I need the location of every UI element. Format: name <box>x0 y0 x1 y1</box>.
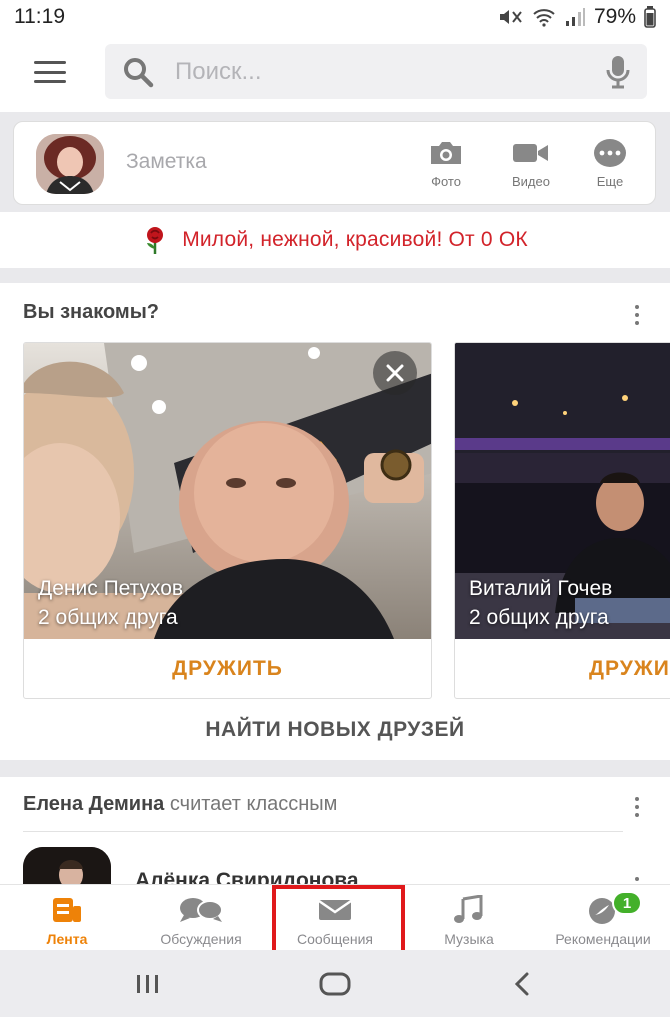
dismiss-button[interactable] <box>373 351 417 395</box>
bottom-tab-bar: Лента Обсуждения Сообщения Музыка Рекоме… <box>0 884 670 950</box>
avatar[interactable] <box>36 134 104 194</box>
feed-actor[interactable]: Елена Демина <box>23 793 164 815</box>
home-button[interactable] <box>305 968 365 1000</box>
tab-discussions[interactable]: Обсуждения <box>134 885 268 951</box>
tab-label: Музыка <box>444 931 494 947</box>
wifi-icon <box>533 9 555 27</box>
hamburger-icon-line <box>34 80 66 83</box>
status-bar: 11:19 79% <box>0 0 670 34</box>
tab-music[interactable]: Музыка <box>402 885 536 951</box>
tab-label: Обсуждения <box>160 931 242 947</box>
mutual-friends: 2 общих друга <box>469 606 609 629</box>
more-label: Еще <box>596 174 624 189</box>
camera-icon <box>431 142 461 164</box>
promo-text: Милой, нежной, красивой! От 0 ОК <box>182 228 528 251</box>
find-new-friends-button[interactable]: НАЙТИ НОВЫХ ДРУЗЕЙ <box>0 708 670 752</box>
person-name: Денис Петухов <box>38 577 184 600</box>
mutual-friends: 2 общих друга <box>38 606 178 629</box>
hamburger-icon-line <box>34 61 66 64</box>
menu-button[interactable] <box>28 56 72 88</box>
mute-icon <box>499 10 522 24</box>
friend-suggestion-card[interactable]: PIZZA Денис Петухов 2 общих друга ДРУЖИТ… <box>23 342 432 699</box>
feed-icon <box>53 898 81 922</box>
add-friend-button[interactable]: ДРУЖИТЬ <box>24 639 431 698</box>
add-friend-button[interactable]: ДРУЖИТЬ <box>455 639 670 698</box>
card-options-icon[interactable] <box>634 305 640 325</box>
video-camera-icon <box>513 144 548 162</box>
note-field[interactable]: Заметка <box>126 150 207 174</box>
signal-icon <box>565 8 585 26</box>
close-icon <box>386 364 404 382</box>
friend-suggestions-card: Вы знакомы? PIZZA <box>0 283 670 760</box>
microphone-icon[interactable] <box>605 54 631 90</box>
divider <box>23 831 623 832</box>
music-note-icon <box>454 895 483 923</box>
back-button[interactable] <box>492 968 552 1000</box>
tab-feed[interactable]: Лента <box>0 885 134 951</box>
feed-header: Елена Демина считает классным <box>23 793 337 816</box>
video-button[interactable]: Видео <box>501 138 561 189</box>
tab-label: Рекомендации <box>555 931 651 947</box>
recent-apps-icon <box>137 975 158 993</box>
system-nav-bar <box>0 950 670 1017</box>
tab-label: Лента <box>46 931 88 947</box>
tab-messages[interactable]: Сообщения <box>268 885 402 951</box>
post-composer: Заметка Фото Видео Еще <box>13 121 656 205</box>
battery-icon <box>644 6 656 28</box>
home-icon <box>319 972 351 996</box>
promo-banner[interactable]: Милой, нежной, красивой! От 0 ОК <box>0 212 670 268</box>
feed-options-icon[interactable] <box>634 797 640 817</box>
card-title: Вы знакомы? <box>23 301 160 323</box>
search-icon <box>124 57 154 87</box>
discussions-icon <box>180 898 223 922</box>
search-placeholder: Поиск... <box>175 57 262 85</box>
post-options-icon[interactable] <box>634 877 640 881</box>
envelope-icon <box>318 899 352 920</box>
top-bar: Поиск... <box>0 34 670 112</box>
search-input[interactable]: Поиск... <box>105 44 647 99</box>
battery-percent: 79% <box>593 5 636 28</box>
back-icon <box>514 972 529 996</box>
more-button[interactable]: Еще <box>580 138 640 189</box>
tab-recommendations[interactable]: Рекомендации 1 <box>536 885 670 951</box>
person-name: Виталий Гочев <box>469 577 613 600</box>
status-time: 11:19 <box>14 5 65 28</box>
hamburger-icon-line <box>34 70 66 74</box>
tab-label: Сообщения <box>297 931 373 947</box>
friend-suggestion-card[interactable]: Виталий Гочев 2 общих друга ДРУЖИТЬ <box>454 342 670 699</box>
feed-action: считает классным <box>169 793 338 815</box>
recent-apps-button[interactable] <box>118 968 178 1000</box>
photo-label: Фото <box>431 174 461 189</box>
more-icon <box>594 139 626 167</box>
photo-button[interactable]: Фото <box>416 138 476 189</box>
rose-icon <box>147 227 164 254</box>
video-label: Видео <box>512 174 550 189</box>
notification-badge: 1 <box>612 891 642 915</box>
status-icons: 79% <box>498 5 656 29</box>
